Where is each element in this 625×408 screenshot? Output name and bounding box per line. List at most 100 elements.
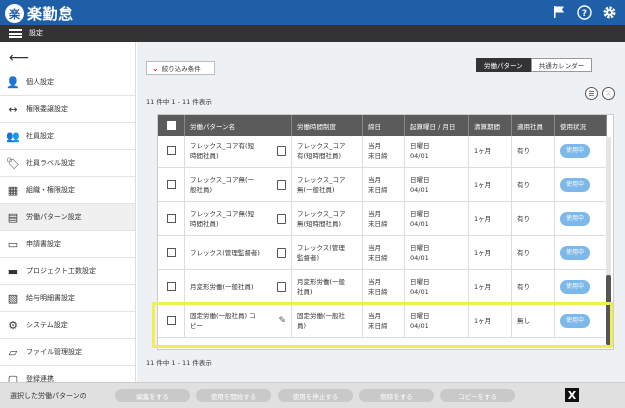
sidebar-item-label: プロジェクト工数設定 (26, 267, 96, 275)
top-bar: 楽 楽勤怠 ? (0, 0, 625, 25)
settlement-period: 1ヶ月 (469, 168, 512, 201)
copy-icon[interactable] (277, 247, 286, 258)
table-row[interactable]: フレックス_コア無(一 般社員) フレックス_コア 無(一般社員) 当月 末日締 日曜… (158, 168, 607, 202)
sidebar-item[interactable]: ▤ 労働パターン設定 (0, 204, 135, 231)
tab-labor-pattern[interactable]: 労働パターン (476, 58, 531, 72)
sidebar-item[interactable]: ⚙ システム設定 (0, 312, 135, 339)
work-system: フレックス_コア 無(短時間社員) (292, 202, 363, 235)
copy-button[interactable]: コピーをする (440, 389, 515, 402)
arrows-icon: ↔ (8, 102, 18, 116)
pattern-name[interactable]: フレックス_コア有(短 時間社員) (190, 141, 254, 161)
header-pattern-name[interactable]: 労働パターン名 (185, 115, 292, 136)
gear-icon: ⚙ (8, 318, 18, 332)
delete-button[interactable]: 削除をする (359, 389, 434, 402)
start-day: 日曜日 04/01 (405, 168, 469, 201)
closing-day: 当月 末日締 (363, 168, 405, 201)
menu-icon[interactable] (9, 29, 22, 38)
sidebar-item[interactable]: ▢ 登録連携 (0, 366, 135, 383)
sidebar-item[interactable]: 👤 個人設定 (0, 69, 135, 96)
table-header: 労働パターン名 労働時間制度 締日 起算曜日 / 月日 清算期間 適用社員 使用… (158, 115, 607, 136)
row-checkbox[interactable] (166, 214, 176, 223)
header-applied-employees[interactable]: 適用社員 (512, 115, 555, 136)
settlement-period: 1ヶ月 (469, 270, 512, 303)
copy-icon[interactable] (277, 213, 286, 224)
sidebar-item[interactable]: ↔ 権限委譲設定 (0, 96, 135, 123)
back-arrow-icon[interactable]: ⟵ (9, 50, 29, 66)
pattern-name[interactable]: フレックス_コア無(一 般社員) (190, 175, 254, 195)
sidebar-item[interactable]: ▦ 組織・権限設定 (0, 177, 135, 204)
edit-icon[interactable]: ✎ (278, 316, 286, 326)
sidebar-item-label: 権限委譲設定 (26, 105, 68, 113)
sidebar-item-label: ファイル管理設定 (26, 348, 82, 356)
doc-icon: ▤ (7, 210, 19, 224)
org-icon: ▦ (7, 183, 19, 197)
settlement-period: 1ヶ月 (469, 202, 512, 235)
record-count-bottom: 11 件中 1 - 11 件表示 (146, 359, 212, 367)
sidebar-item[interactable]: 🏷 社員ラベル設定 (0, 150, 135, 177)
table-row[interactable]: フレックス_コア無(短 時間社員) フレックス_コア 無(短時間社員) 当月 末日締… (158, 202, 607, 236)
applied-employees: 有り (512, 270, 555, 303)
pattern-name[interactable]: 固定労働(一般社員) コ ピー (190, 311, 256, 331)
row-checkbox[interactable] (166, 282, 176, 291)
sidebar-item-label: 登録連携 (26, 375, 54, 382)
row-checkbox[interactable] (166, 180, 176, 189)
grid-view-icon[interactable]: ⁙ (602, 87, 615, 100)
sidebar-item-label: 個人設定 (26, 78, 54, 86)
tag-icon: 🏷 (6, 156, 20, 170)
pattern-name[interactable]: 月変形労働(一般社員) (190, 282, 254, 292)
action-bar-label: 選択した労働パターンの (10, 392, 87, 400)
start-use-button[interactable]: 使用を開始する (196, 389, 271, 402)
filter-button[interactable]: ⌄ 絞り込み条件 (146, 61, 215, 75)
header-closing-day[interactable]: 締日 (363, 115, 405, 136)
header-settlement-period[interactable]: 清算期間 (469, 115, 512, 136)
page-title: 設定 (29, 29, 43, 37)
pattern-name[interactable]: フレックス_コア無(短 時間社員) (190, 209, 254, 229)
header-start-day[interactable]: 起算曜日 / 月日 (405, 115, 469, 136)
help-icon[interactable]: ? (576, 4, 592, 20)
settlement-period: 1ヶ月 (469, 236, 512, 269)
sidebar-item[interactable]: ▭ 申請書設定 (0, 231, 135, 258)
tab-common-calendar[interactable]: 共通カレンダー (530, 58, 593, 72)
header-usage-status[interactable]: 使用状況 (555, 115, 607, 136)
sidebar-item[interactable]: ▧ 給与明細書設定 (0, 285, 135, 312)
list-view-icon[interactable]: ☰ (585, 87, 598, 100)
stop-use-button[interactable]: 使用を停止する (278, 389, 353, 402)
table-scrollbar-thumb[interactable] (606, 275, 611, 345)
closing-day: 当月 末日締 (363, 236, 405, 269)
settlement-period: 1ヶ月 (469, 134, 512, 167)
pattern-name[interactable]: フレックス(管理監督者) (190, 248, 260, 258)
row-checkbox[interactable] (166, 248, 176, 257)
start-day: 日曜日 04/01 (405, 270, 469, 303)
select-all-checkbox[interactable] (166, 121, 176, 130)
status-badge: 使用中 (560, 245, 591, 260)
app-logo[interactable]: 楽 楽勤怠 (5, 3, 74, 24)
work-system: 固定労働(一般社 員) (292, 304, 363, 337)
table-row[interactable]: フレックス(管理監督者) フレックス(管理 監督者) 当月 末日締 日曜日 04/01… (158, 236, 607, 270)
logo-text: 楽勤怠 (27, 5, 74, 23)
table-row[interactable]: 月変形労働(一般社員) 月変形労働(一般 社員) 当月 末日締 日曜日 04/01 1ヶ… (158, 270, 607, 304)
row-checkbox[interactable] (166, 146, 176, 155)
table-row[interactable]: 固定労働(一般社員) コ ピー ✎ 固定労働(一般社 員) 当月 末日締 日曜日 04/… (158, 304, 607, 338)
sidebar-item-label: 給与明細書設定 (26, 294, 75, 302)
sidebar-item[interactable]: ▬ プロジェクト工数設定 (0, 258, 135, 285)
edit-button[interactable]: 編集をする (115, 389, 190, 402)
work-system: フレックス_コア 有(短時間社員) (292, 134, 363, 167)
sidebar-item[interactable]: 👥 社員設定 (0, 123, 135, 150)
row-checkbox[interactable] (166, 316, 176, 325)
copy-icon[interactable] (277, 179, 286, 190)
sidebar-item-label: 組織・権限設定 (26, 186, 75, 194)
sidebar-item[interactable]: ▱ ファイル管理設定 (0, 339, 135, 366)
gear-icon[interactable] (601, 4, 617, 20)
status-badge: 使用中 (560, 211, 591, 226)
close-icon[interactable]: X (565, 388, 579, 402)
header-work-system[interactable]: 労働時間制度 (292, 115, 363, 136)
flag-icon[interactable] (551, 4, 567, 20)
chevron-down-icon: ⌄ (152, 63, 159, 73)
start-day: 日曜日 04/01 (405, 236, 469, 269)
copy-icon[interactable] (277, 281, 286, 292)
table-row[interactable]: フレックス_コア有(短 時間社員) フレックス_コア 有(短時間社員) 当月 末日締… (158, 134, 607, 168)
copy-icon[interactable] (277, 145, 286, 156)
applied-employees: 有り (512, 236, 555, 269)
record-count: 11 件中 1 - 11 件表示 (146, 98, 212, 106)
group-icon: 👥 (6, 129, 20, 143)
